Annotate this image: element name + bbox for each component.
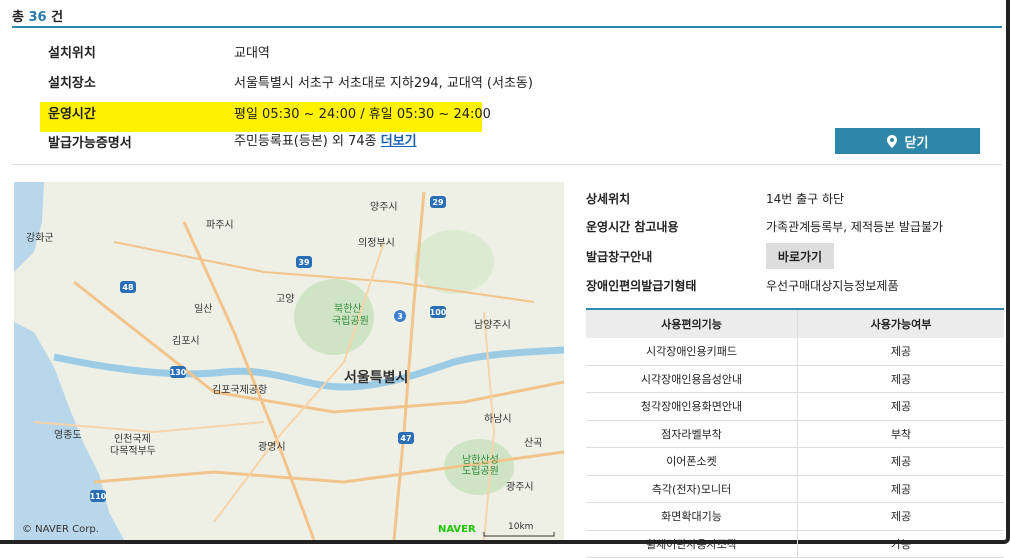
place-value: 서울특별시 서초구 서초대로 지하294, 교대역 (서초동) <box>234 76 533 91</box>
close-button[interactable]: 닫기 <box>835 128 980 154</box>
section-divider <box>12 164 1002 165</box>
map-label-gwangmyeong: 광명시 <box>258 442 286 453</box>
map-copyright: © NAVER Corp. <box>22 524 99 535</box>
table-row: 시각장애인용음성안내 제공 <box>586 365 1004 393</box>
detail-location-label: 상세위치 <box>586 192 631 206</box>
map-label-bukhansan-park: 국립공원 <box>332 316 369 327</box>
map-label-yeongjong: 영종도 <box>54 430 82 441</box>
map-label-gimpo-airport: 김포국제공항 <box>212 385 268 396</box>
map-label-ganghwa: 강화군 <box>26 233 54 244</box>
location-label: 설치위치 <box>48 46 96 61</box>
map-canvas <box>14 182 564 540</box>
feature-cell: 청각장애인용화면안내 <box>586 392 798 421</box>
map-label-paju: 파주시 <box>206 220 234 231</box>
feature-cell: 화면확대기능 <box>586 502 798 531</box>
facilities-header-feature: 사용편의기능 <box>586 308 798 338</box>
route-29-shield: 29 <box>430 196 446 208</box>
table-row: 이어폰소켓 제공 <box>586 447 1004 476</box>
availability-cell: 제공 <box>797 475 1004 503</box>
detail-location-value: 14번 출구 하단 <box>766 192 845 206</box>
map-label-sangok: 산곡 <box>524 438 543 449</box>
route-130-shield: 130 <box>169 366 187 378</box>
map-label-namyangju: 남양주시 <box>474 320 511 331</box>
map-label-gimpo: 김포시 <box>172 336 200 347</box>
hours-value: 평일 05:30 ~ 24:00 / 휴일 05:30 ~ 24:00 <box>234 107 491 122</box>
availability-cell: 부착 <box>797 420 1004 448</box>
more-link[interactable]: 더보기 <box>381 134 417 149</box>
route-48-shield: 48 <box>120 281 136 293</box>
table-row: 청각장애인용화면안내 제공 <box>586 392 1004 421</box>
feature-cell: 시각장애인용키패드 <box>586 338 798 366</box>
certs-value-wrap: 주민등록표(등본) 외 74종 더보기 <box>234 130 417 149</box>
feature-cell: 점자라벨부착 <box>586 420 798 448</box>
facilities-table: 사용편의기능 사용가능여부 시각장애인용키패드 제공 시각장애인용음성안내 제공 청… <box>586 308 1004 558</box>
map-view[interactable]: 양주시 파주시 의정부시 강화군 고양 북한산 국립공원 남양주시 김포시 서울… <box>14 182 564 540</box>
type-label: 장애인편의발급기형태 <box>586 279 697 293</box>
availability-cell: 제공 <box>797 338 1004 366</box>
certs-label: 발급가능증명서 <box>48 136 132 151</box>
type-value: 우선구매대상지능정보제품 <box>766 279 899 293</box>
feature-cell: 이어폰소켓 <box>586 447 798 476</box>
map-label-gwangju: 광주시 <box>506 482 534 493</box>
table-row: 측각(전자)모니터 제공 <box>586 475 1004 503</box>
table-row: 점자라벨부착 부착 <box>586 420 1004 448</box>
map-label-incheon-port: 다목적부두 <box>110 446 156 457</box>
map-label-yangju: 양주시 <box>370 202 398 213</box>
table-row: 화면확대기능 제공 <box>586 502 1004 531</box>
map-label-goyang: 고양 <box>276 294 295 305</box>
feature-cell: 측각(전자)모니터 <box>586 475 798 503</box>
naver-logo: NAVER <box>438 524 476 535</box>
map-label-uijeongbu: 의정부시 <box>358 238 395 249</box>
map-scale: 10km <box>508 522 534 532</box>
hours-label: 운영시간 <box>48 107 96 122</box>
route-110-shield: 110 <box>89 490 107 502</box>
certs-value: 주민등록표(등본) 외 74종 <box>234 134 377 149</box>
close-button-label: 닫기 <box>904 135 929 151</box>
location-value: 교대역 <box>234 46 270 61</box>
go-button[interactable]: 바로가기 <box>766 243 834 269</box>
hours-note-value: 가족관계등록부, 제적등본 발급불가 <box>766 220 944 234</box>
hours-note-label: 운영시간 참고내용 <box>586 220 679 234</box>
availability-cell: 제공 <box>797 365 1004 393</box>
feature-cell: 시각장애인용음성안내 <box>586 365 798 393</box>
map-label-ilsan: 일산 <box>194 304 213 315</box>
map-label-hanam: 하남시 <box>484 414 512 425</box>
route-39-shield: 39 <box>296 256 312 268</box>
map-label-namhansan-park: 도립공원 <box>462 466 499 477</box>
window-label: 발급창구안내 <box>586 250 653 264</box>
facilities-header-availability: 사용가능여부 <box>797 308 1004 338</box>
map-label-seoul: 서울특별시 <box>344 370 409 386</box>
route-3-shield: 3 <box>394 310 406 322</box>
route-100-shield: 100 <box>429 306 447 318</box>
result-count: 총 36 건 <box>12 10 64 25</box>
availability-cell: 제공 <box>797 502 1004 531</box>
count-number: 36 <box>28 10 47 25</box>
route-47-shield: 47 <box>398 432 414 444</box>
top-divider <box>12 26 1002 28</box>
table-row: 시각장애인용키패드 제공 <box>586 338 1004 366</box>
availability-cell: 제공 <box>797 447 1004 476</box>
place-label: 설치장소 <box>48 76 96 91</box>
location-pin-icon <box>886 134 897 148</box>
availability-cell: 제공 <box>797 392 1004 421</box>
